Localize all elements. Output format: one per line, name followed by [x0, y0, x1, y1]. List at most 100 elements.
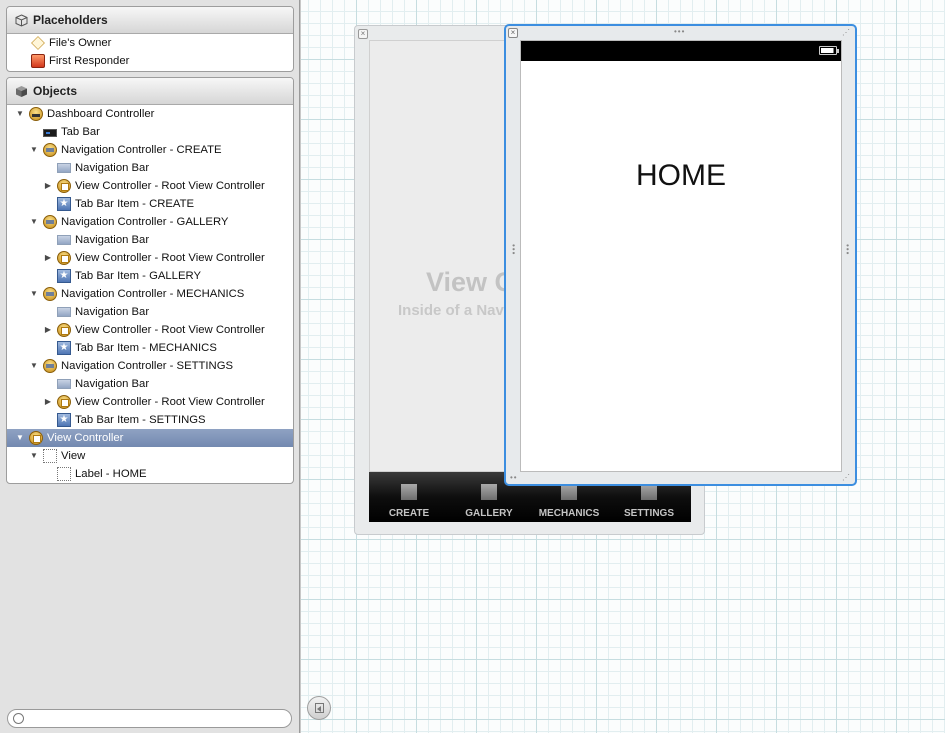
outline-row-label: Navigation Controller - CREATE: [61, 144, 222, 156]
hide-outline-button[interactable]: [307, 696, 331, 720]
objects-section: Objects ▼ Dashboard Controller Tab Bar ▼ Nav…: [6, 77, 294, 484]
status-bar: [521, 41, 841, 61]
tab-item-label: CREATE: [388, 508, 430, 519]
tab-bar-icon: [43, 129, 57, 137]
outline-row[interactable]: Navigation Bar: [7, 375, 293, 393]
outline-row[interactable]: ▶ View Controller - Root View Controller: [7, 393, 293, 411]
disclosure-collapsed-icon[interactable]: ▶: [43, 177, 53, 195]
scene-drag-handle-top[interactable]: •••: [674, 27, 685, 36]
outline-row[interactable]: Navigation Bar: [7, 303, 293, 321]
disclosure-collapsed-icon[interactable]: ▶: [43, 393, 53, 411]
resize-handle-icon[interactable]: ⋰: [842, 473, 851, 482]
placeholder-item-label: First Responder: [49, 55, 130, 67]
disclosure-expanded-icon[interactable]: ▼: [29, 213, 39, 231]
files-owner-cube-icon: [31, 36, 45, 50]
home-view[interactable]: HOME: [520, 40, 842, 472]
outline-row-label: View Controller - Root View Controller: [75, 324, 265, 336]
close-icon[interactable]: ×: [508, 28, 518, 38]
outline-row[interactable]: ★ Tab Bar Item - CREATE: [7, 195, 293, 213]
storyboard-canvas[interactable]: × View C Inside of a Navi CREATE GALLERY M…: [300, 0, 945, 733]
objects-header[interactable]: Objects: [7, 78, 293, 105]
tab-bar-item-icon: ★: [57, 197, 71, 211]
outline-row-label: Tab Bar Item - GALLERY: [75, 270, 201, 282]
outline-row-label: Tab Bar Item - SETTINGS: [75, 414, 206, 426]
tab-item[interactable]: CREATE: [369, 472, 449, 522]
outline-row[interactable]: ▼ Navigation Controller - MECHANICS: [7, 285, 293, 303]
view-controller-icon: [57, 179, 71, 193]
disclosure-collapsed-icon[interactable]: ▶: [43, 321, 53, 339]
outline-row[interactable]: ★ Tab Bar Item - GALLERY: [7, 267, 293, 285]
disclosure-expanded-icon[interactable]: ▼: [29, 357, 39, 375]
tab-item-label: MECHANICS: [538, 508, 600, 519]
outline-row[interactable]: Label - HOME: [7, 465, 293, 483]
outline-row-label: Tab Bar: [61, 126, 100, 138]
document-outline-panel: Placeholders File's Owner First Responder…: [0, 0, 300, 733]
placeholders-section: Placeholders File's Owner First Responder: [6, 6, 294, 72]
objects-title: Objects: [33, 84, 78, 98]
outline-row-label: Navigation Bar: [75, 234, 150, 246]
cube-solid-icon: [16, 85, 27, 97]
placeholders-header[interactable]: Placeholders: [7, 7, 293, 34]
search-icon: [13, 713, 24, 724]
navigation-bar-icon: [57, 235, 71, 245]
outline-row[interactable]: ▶ View Controller - Root View Controller: [7, 321, 293, 339]
home-view-controller-scene[interactable]: × ••• ⋰ ••• ••• •• ⋰ HOME: [504, 24, 857, 486]
disclosure-expanded-icon[interactable]: ▼: [29, 447, 39, 465]
outline-row-label: View Controller - Root View Controller: [75, 396, 265, 408]
outline-row[interactable]: Tab Bar: [7, 123, 293, 141]
disclosure-expanded-icon[interactable]: ▼: [29, 285, 39, 303]
outline-row[interactable]: ▼ View Controller: [7, 429, 293, 447]
scene-drag-handle-left[interactable]: •••: [509, 244, 518, 255]
battery-icon: [819, 46, 839, 55]
disclosure-expanded-icon[interactable]: ▼: [29, 141, 39, 159]
view-controller-icon: [57, 323, 71, 337]
outline-row-label: Label - HOME: [75, 468, 147, 480]
outline-row-label: View: [61, 450, 86, 462]
view-controller-icon: [57, 395, 71, 409]
outline-row-label: Navigation Controller - GALLERY: [61, 216, 229, 228]
outline-row-label: View Controller - Root View Controller: [75, 180, 265, 192]
tab-item-label: SETTINGS: [623, 508, 674, 519]
label-icon: [57, 467, 71, 481]
disclosure-collapsed-icon[interactable]: ▶: [43, 249, 53, 267]
outline-row[interactable]: ▼ View: [7, 447, 293, 465]
outline-row[interactable]: ▶ View Controller - Root View Controller: [7, 177, 293, 195]
tab-placeholder-icon: [401, 484, 417, 500]
collapse-panel-icon: [315, 703, 324, 713]
outline-row-label: Navigation Controller - MECHANICS: [61, 288, 245, 300]
outline-row[interactable]: ▼ Navigation Controller - CREATE: [7, 141, 293, 159]
home-label[interactable]: HOME: [521, 159, 841, 193]
close-icon[interactable]: ×: [358, 29, 368, 39]
placeholder-title: View C: [426, 267, 515, 297]
navigation-bar-icon: [57, 379, 71, 389]
scene-corner-handle[interactable]: ••: [510, 473, 518, 482]
outline-row[interactable]: ★ Tab Bar Item - MECHANICS: [7, 339, 293, 357]
placeholders-list: File's Owner First Responder: [7, 34, 293, 70]
outline-row-label: View Controller: [47, 432, 124, 444]
disclosure-expanded-icon[interactable]: ▼: [15, 105, 25, 123]
outline-row[interactable]: ▼ Navigation Controller - GALLERY: [7, 213, 293, 231]
navigation-bar-icon: [57, 307, 71, 317]
outline-row-label: Tab Bar Item - CREATE: [75, 198, 195, 210]
outline-row[interactable]: ▼ Navigation Controller - SETTINGS: [7, 357, 293, 375]
placeholder-item[interactable]: First Responder: [7, 52, 293, 70]
outline-row-label: Navigation Bar: [75, 306, 150, 318]
outline-row[interactable]: ▶ View Controller - Root View Controller: [7, 249, 293, 267]
outline-row[interactable]: ▼ Dashboard Controller: [7, 105, 293, 123]
scene-drag-handle-right[interactable]: •••: [843, 244, 852, 255]
cube-outline-icon: [15, 13, 28, 27]
navigation-controller-icon: [43, 215, 57, 229]
outline-row-label: Navigation Controller - SETTINGS: [61, 360, 234, 372]
outline-row-label: Dashboard Controller: [47, 108, 155, 120]
outline-row[interactable]: Navigation Bar: [7, 159, 293, 177]
outline-row[interactable]: ★ Tab Bar Item - SETTINGS: [7, 411, 293, 429]
navigation-controller-icon: [43, 359, 57, 373]
resize-handle-icon[interactable]: ⋰: [842, 28, 851, 37]
tab-bar-item-icon: ★: [57, 341, 71, 355]
view-controller-icon: [29, 431, 43, 445]
outline-filter-field[interactable]: [7, 709, 292, 728]
outline-row[interactable]: Navigation Bar: [7, 231, 293, 249]
disclosure-expanded-icon[interactable]: ▼: [15, 429, 25, 447]
placeholder-item[interactable]: File's Owner: [7, 34, 293, 52]
objects-tree: ▼ Dashboard Controller Tab Bar ▼ Navigation …: [7, 105, 293, 483]
